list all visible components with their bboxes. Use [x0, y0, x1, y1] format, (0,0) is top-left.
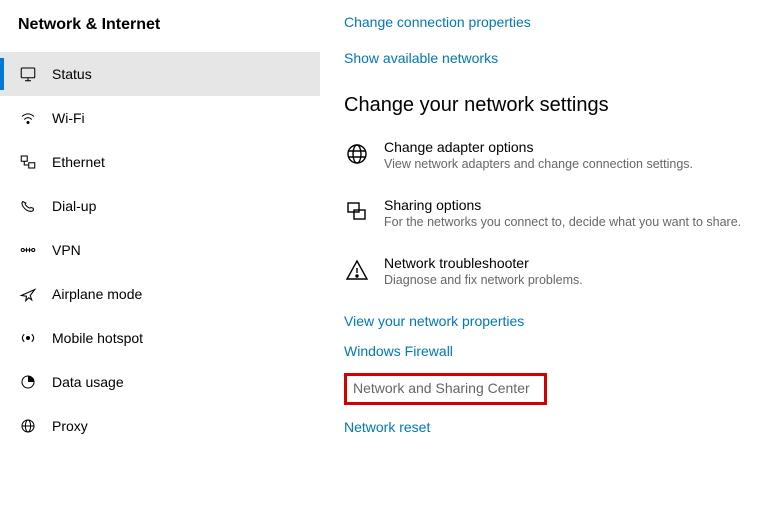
sidebar-item-wifi[interactable]: Wi-Fi: [0, 96, 320, 140]
proxy-icon: [18, 416, 38, 436]
content-pane: Change connection properties Show availa…: [320, 0, 759, 512]
sidebar: Network & Internet Status Wi-Fi Ethernet…: [0, 0, 320, 512]
troubleshooter-icon: [344, 257, 370, 283]
sidebar-item-datausage[interactable]: Data usage: [0, 360, 320, 404]
sidebar-item-label: Proxy: [52, 418, 88, 434]
section-heading: Change your network settings: [344, 94, 749, 117]
sidebar-item-label: Dial-up: [52, 198, 96, 214]
setting-desc: Diagnose and fix network problems.: [384, 273, 583, 287]
sidebar-item-label: Ethernet: [52, 154, 105, 170]
sidebar-title: Network & Internet: [0, 12, 320, 52]
setting-text: Network troubleshooter Diagnose and fix …: [384, 255, 583, 287]
setting-text: Sharing options For the networks you con…: [384, 197, 741, 229]
sidebar-item-vpn[interactable]: VPN: [0, 228, 320, 272]
bottom-links: View your network properties Windows Fir…: [344, 313, 749, 435]
link-network-reset[interactable]: Network reset: [344, 419, 749, 435]
setting-title: Sharing options: [384, 197, 741, 213]
sidebar-item-label: VPN: [52, 242, 81, 258]
dialup-icon: [18, 196, 38, 216]
hotspot-icon: [18, 328, 38, 348]
sidebar-item-label: Wi-Fi: [52, 110, 85, 126]
highlight-annotation: Network and Sharing Center: [344, 373, 547, 405]
link-windows-firewall[interactable]: Windows Firewall: [344, 343, 749, 359]
sidebar-item-label: Airplane mode: [52, 286, 142, 302]
vpn-icon: [18, 240, 38, 260]
setting-network-troubleshooter[interactable]: Network troubleshooter Diagnose and fix …: [344, 255, 749, 287]
setting-sharing-options[interactable]: Sharing options For the networks you con…: [344, 197, 749, 229]
sidebar-item-dialup[interactable]: Dial-up: [0, 184, 320, 228]
link-network-and-sharing-center[interactable]: Network and Sharing Center: [353, 380, 530, 396]
status-icon: [18, 64, 38, 84]
setting-text: Change adapter options View network adap…: [384, 139, 693, 171]
setting-title: Change adapter options: [384, 139, 693, 155]
sidebar-item-airplane[interactable]: Airplane mode: [0, 272, 320, 316]
sidebar-item-label: Mobile hotspot: [52, 330, 143, 346]
ethernet-icon: [18, 152, 38, 172]
adapter-icon: [344, 141, 370, 167]
sidebar-item-label: Status: [52, 66, 92, 82]
setting-title: Network troubleshooter: [384, 255, 583, 271]
setting-desc: View network adapters and change connect…: [384, 157, 693, 171]
sharing-icon: [344, 199, 370, 225]
sidebar-item-hotspot[interactable]: Mobile hotspot: [0, 316, 320, 360]
link-view-network-properties[interactable]: View your network properties: [344, 313, 749, 329]
setting-desc: For the networks you connect to, decide …: [384, 215, 741, 229]
datausage-icon: [18, 372, 38, 392]
sidebar-item-status[interactable]: Status: [0, 52, 320, 96]
sidebar-item-proxy[interactable]: Proxy: [0, 404, 320, 448]
airplane-icon: [18, 284, 38, 304]
setting-change-adapter-options[interactable]: Change adapter options View network adap…: [344, 139, 749, 171]
link-show-available-networks[interactable]: Show available networks: [344, 50, 749, 66]
wifi-icon: [18, 108, 38, 128]
link-change-connection-properties[interactable]: Change connection properties: [344, 14, 749, 30]
sidebar-item-ethernet[interactable]: Ethernet: [0, 140, 320, 184]
sidebar-item-label: Data usage: [52, 374, 124, 390]
